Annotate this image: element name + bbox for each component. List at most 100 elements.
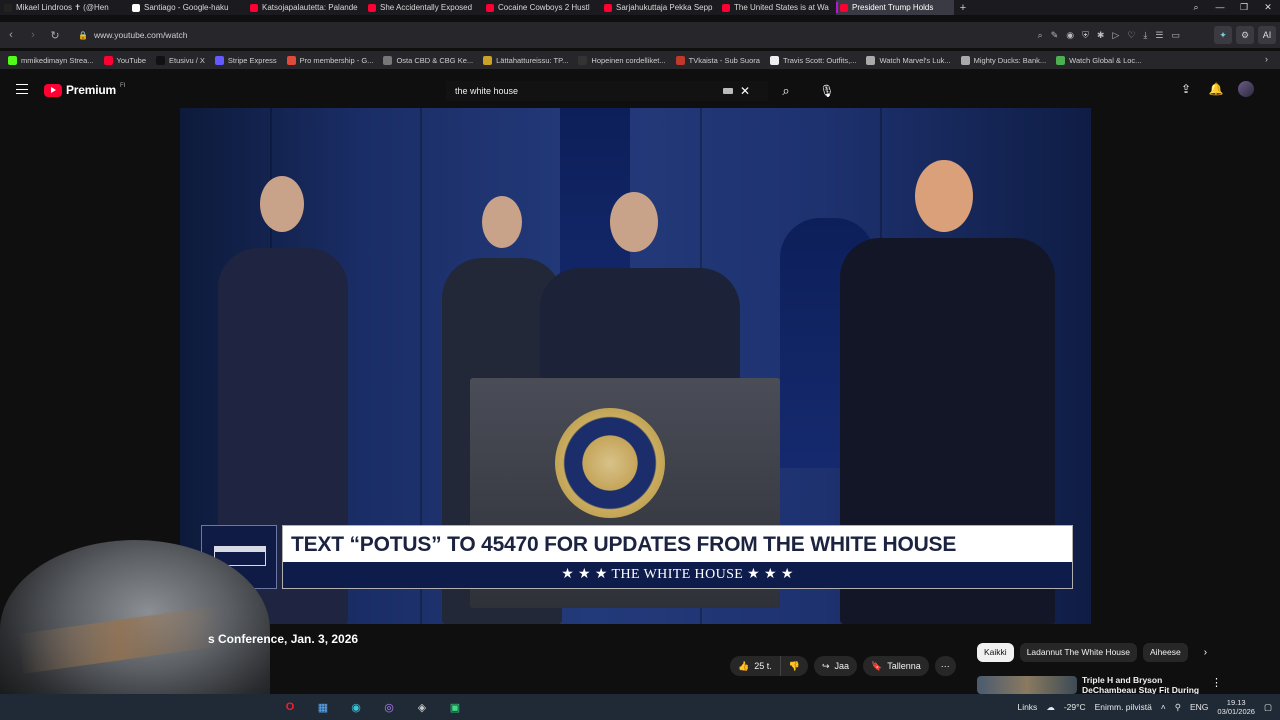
bookmark-item[interactable]: mmikedimayn Strea... [8,55,94,65]
edge-taskbar-icon[interactable]: ◉ [343,696,369,718]
notifications-bell-icon[interactable]: 🔔 [1208,80,1224,98]
browser-tab[interactable]: Santiago - Google-haku [128,0,246,15]
tab-label: Sarjahukuttaja Pekka Sepp [616,3,713,12]
links-toolbar[interactable]: Links [1017,702,1037,712]
bookmark-item[interactable]: Etusivu / X [156,55,205,65]
browser-tab[interactable]: Mikael Lindroos ✝ (@Hen [0,0,128,15]
bookmark-favicon-icon [769,55,779,65]
weather-desc[interactable]: Enimm. pilvistä [1095,702,1152,712]
bookmark-item[interactable]: Watch Global & Loc... [1056,55,1141,65]
download-icon[interactable]: ⤓ [1143,30,1147,41]
bookmark-label: Mighty Ducks: Bank... [973,55,1047,65]
banner-text: TEXT “POTUS” TO 45470 FOR UPDATES FROM T… [283,526,1072,563]
bookmarks-more-icon[interactable]: › [1265,54,1268,64]
browser-tab[interactable]: President Trump Holds [836,0,954,15]
browser-tab[interactable]: Cocaine Cowboys 2 Hustl [482,0,600,15]
weather-temp[interactable]: -29°C [1064,702,1086,712]
edit-icon[interactable]: ✎ [1051,30,1059,41]
forward-button[interactable]: › [22,29,44,41]
chip-all[interactable]: Kaikki [977,643,1014,662]
app-taskbar-icon[interactable]: ◈ [409,696,435,718]
browser-tab[interactable]: The United States is at Wa [718,0,836,15]
bookmark-favicon-icon [675,55,685,65]
recommended-title[interactable]: Triple H and Bryson DeChambeau Stay Fit … [1082,675,1210,695]
new-tab-button[interactable]: + [954,2,972,14]
bookmark-item[interactable]: YouTube [103,55,147,65]
bookmarks-bar: mmikedimayn Strea... YouTube Etusivu / X St… [0,51,1280,69]
camera-icon[interactable]: ◉ [1066,30,1074,41]
ai-extension-icon[interactable]: AI [1258,26,1276,44]
avatar[interactable] [1238,81,1254,97]
browser-tab[interactable]: Katsojapalautetta: Palande [246,0,364,15]
bookmark-favicon-icon [578,55,588,65]
play-icon[interactable]: ▷ [1112,30,1119,41]
more-vert-icon[interactable]: ⋮ [1211,676,1222,689]
speaker [540,268,740,388]
browser-tab[interactable]: Sarjahukuttaja Pekka Sepp [600,0,718,15]
url-field[interactable]: 🔒 www.youtube.com/watch [78,30,188,40]
keyboard-icon[interactable] [722,88,733,94]
bookmark-label: YouTube [116,55,147,65]
search-icon[interactable]: ⌕ [1038,30,1043,41]
window-controls: ⌕ — ❐ ✕ [1184,0,1280,15]
network-icon[interactable]: ⚲ [1175,702,1181,713]
google-icon [132,3,140,12]
minimize-button[interactable]: — [1208,0,1232,15]
search-input[interactable]: the white house [446,86,723,96]
dislike-button[interactable]: 👎 [779,656,808,676]
tab-label: The United States is at Wa [734,3,829,12]
chat-taskbar-icon[interactable]: ▣ [442,696,468,718]
tab-label: She Accidentally Exposed [380,3,473,12]
wallet-icon[interactable]: ▭ [1171,30,1180,41]
files-taskbar-icon[interactable]: ▦ [310,696,336,718]
bookmark-item[interactable]: Mighty Ducks: Bank... [960,55,1047,65]
upload-icon[interactable]: ⇪ [1178,80,1194,98]
notification-center-icon[interactable]: ▢ [1264,702,1272,713]
address-bar: ‹ › ↻ 🔒 www.youtube.com/watch ⌕ ✎ ◉ ⛨ ✱ … [0,22,1280,48]
save-button[interactable]: 🔖 Tallenna [863,656,929,676]
share-icon: ↪ [821,660,830,671]
clear-search-icon[interactable]: ✕ [740,84,750,98]
reload-button[interactable]: ↻ [44,29,66,42]
bookmark-item[interactable]: Stripe Express [214,55,277,65]
search-button[interactable]: ⌕ [775,80,797,102]
opera-taskbar-icon[interactable]: O [277,696,303,718]
language-indicator[interactable]: ENG [1190,702,1208,712]
bookmark-item[interactable]: Travis Scott: Outfits,... [769,55,856,65]
aria-extension-icon[interactable]: ✦ [1214,26,1232,44]
bookmark-item[interactable]: TVkaista - Sub Suora [675,55,760,65]
search-box[interactable]: the white house ✕ [446,81,768,101]
chip-related[interactable]: Aiheese [1143,643,1188,662]
menu-icon[interactable]: ☰ [1155,30,1163,41]
heart-icon[interactable]: ♡ [1127,30,1135,41]
bookmark-item[interactable]: Osta CBD & CBG Ke... [383,55,473,65]
clock[interactable]: 19.13 03/01/2026 [1217,698,1255,716]
share-button[interactable]: ↪ Jaa [813,656,858,676]
presidential-seal [555,408,665,518]
bookmark-label: mmikedimayn Strea... [21,55,94,65]
recommended-video[interactable]: Triple H and Bryson DeChambeau Stay Fit … [977,674,1277,695]
hamburger-menu-icon[interactable] [16,84,28,94]
bookmark-item[interactable]: Pro membership - G... [286,55,373,65]
shield-icon[interactable]: ⛨ [1082,30,1089,41]
tab-search-icon[interactable]: ⌕ [1184,0,1208,15]
restore-button[interactable]: ❐ [1232,0,1256,15]
bookmark-item[interactable]: Lättahattureissu: TP... [483,55,568,65]
chip-uploaded-by[interactable]: Ladannut The White House [1019,643,1138,662]
bookmark-item[interactable]: Hopeinen cordelliket... [578,55,666,65]
browser-tab[interactable]: She Accidentally Exposed [364,0,482,15]
chevron-up-icon[interactable]: ˄ [1161,702,1166,712]
like-button[interactable]: 👍 25 t. [730,656,780,676]
messenger-taskbar-icon[interactable]: ◎ [376,696,402,718]
close-window-button[interactable]: ✕ [1256,0,1280,15]
back-button[interactable]: ‹ [0,29,22,41]
more-actions-button[interactable]: ⋯ [934,656,956,676]
extension-icon[interactable]: ✱ [1097,30,1105,41]
settings-extension-icon[interactable]: ⚙ [1236,26,1254,44]
youtube-premium-logo[interactable]: Premium FI [44,83,125,97]
video-player[interactable]: TEXT “POTUS” TO 45470 FOR UPDATES FROM T… [180,108,1091,624]
voice-search-icon[interactable]: 🎙 [816,80,838,102]
chevron-right-icon[interactable]: › [1204,647,1207,658]
bookmark-item[interactable]: Watch Marvel's Luk... [866,55,951,65]
recommended-thumbnail[interactable] [977,676,1077,694]
